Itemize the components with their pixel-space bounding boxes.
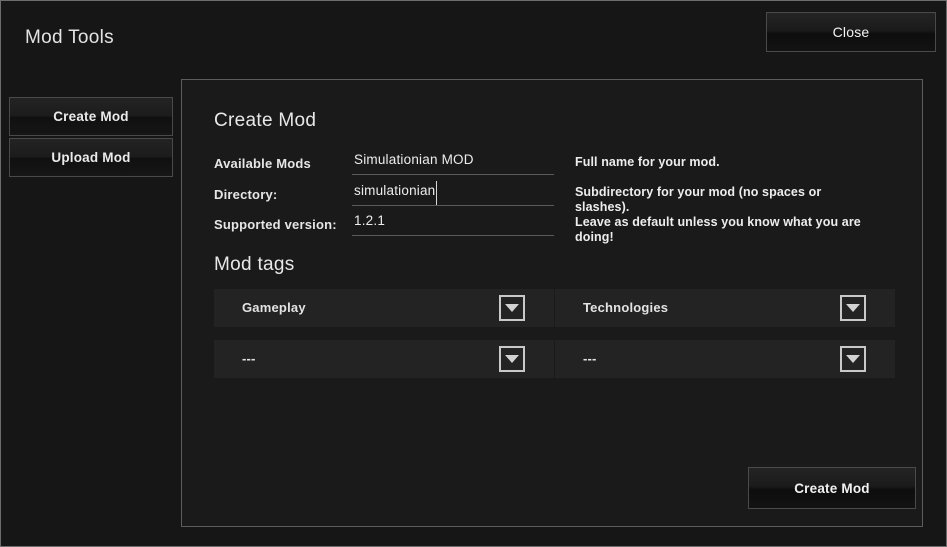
supported-version-value: 1.2.1 [354,213,386,228]
available-mods-label: Available Mods [214,156,311,171]
mod-tag-value-2: Technologies [583,300,669,315]
mod-tag-value-1: Gameplay [242,300,306,315]
available-mods-help: Full name for your mod. [575,155,720,169]
text-cursor [436,181,437,205]
close-button[interactable]: Close [766,12,936,52]
available-mods-value: Simulationian MOD [354,152,474,167]
supported-version-label: Supported version: [214,217,337,232]
mod-tag-dropdown-3[interactable]: --- [214,340,554,378]
create-mod-submit-button[interactable]: Create Mod [748,467,916,509]
mod-tag-dropdown-2[interactable]: Technologies [555,289,895,327]
page-title: Mod Tools [25,27,114,48]
sidebar-item-create-mod[interactable]: Create Mod [9,97,173,136]
mod-tag-dropdown-1[interactable]: Gameplay [214,289,554,327]
directory-value: simulationian [354,183,436,198]
chevron-down-icon[interactable] [499,295,525,321]
section-heading-mod-tags: Mod tags [214,254,295,275]
sidebar: Create Mod Upload Mod [9,97,173,177]
available-mods-input[interactable]: Simulationian MOD [352,152,554,175]
section-heading-create-mod: Create Mod [214,110,317,131]
chevron-down-icon[interactable] [499,346,525,372]
mod-tag-value-3: --- [242,351,256,366]
mod-tag-value-4: --- [583,351,597,366]
sidebar-item-upload-mod[interactable]: Upload Mod [9,138,173,177]
title-bar: Mod Tools Close [1,1,946,61]
chevron-down-icon[interactable] [840,346,866,372]
mod-tools-window: Mod Tools Close Create Mod Upload Mod Cr… [0,0,947,547]
supported-version-input[interactable]: 1.2.1 [352,213,554,236]
mod-tag-dropdown-4[interactable]: --- [555,340,895,378]
directory-label: Directory: [214,187,278,202]
create-mod-panel: Create Mod Available Mods Directory: Sup… [181,79,923,527]
chevron-down-icon[interactable] [840,295,866,321]
directory-input[interactable]: simulationian [352,181,554,206]
directory-help: Subdirectory for your mod (no spaces or … [575,185,861,244]
